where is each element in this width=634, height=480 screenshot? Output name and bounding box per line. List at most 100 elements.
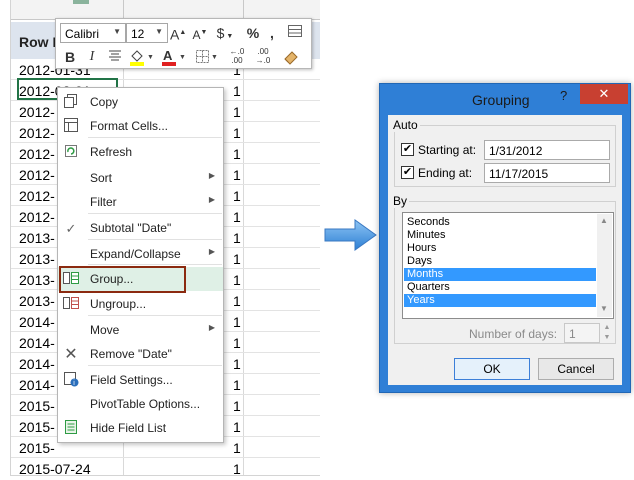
font-size-box[interactable]: 12 ▼ xyxy=(126,23,168,43)
chevron-down-icon: ▼ xyxy=(155,27,163,36)
decrease-decimal-button[interactable]: .00 →.0 xyxy=(252,47,274,65)
italic-icon: I xyxy=(89,49,95,64)
by-option-seconds[interactable]: Seconds xyxy=(404,216,596,229)
menu-item-subtotal-date[interactable]: ✓ Subtotal "Date" xyxy=(58,216,223,240)
menu-item-hide-field-list[interactable]: Hide Field List xyxy=(58,416,223,440)
menu-item-field-settings[interactable]: i Field Settings... xyxy=(58,368,223,392)
bold-button[interactable]: B xyxy=(62,48,78,66)
checkmark-icon: ✓ xyxy=(65,221,77,236)
row-value-cell: 1 xyxy=(233,167,241,183)
by-option-months[interactable]: Months xyxy=(404,268,596,281)
menu-item-label: Format Cells... xyxy=(90,119,169,133)
column-separator[interactable] xyxy=(243,0,244,20)
menu-item-refresh[interactable]: Refresh xyxy=(58,140,223,164)
menu-item-expand-collapse[interactable]: Expand/Collapse ▶ xyxy=(58,242,223,266)
font-color-button[interactable]: A ▼ xyxy=(160,47,186,66)
field-list-icon xyxy=(62,419,80,437)
menu-item-label: Refresh xyxy=(90,145,133,159)
borders-button[interactable]: ▼ xyxy=(194,47,218,65)
starting-at-checkbox[interactable]: ✔ xyxy=(401,143,414,156)
mini-toolbar: Calibri ▼ 12 ▼ A▲ A▼ $ ▼ % , B I ▼ A ▼ ▼ … xyxy=(55,18,312,69)
menu-item-label: PivotTable Options... xyxy=(90,397,201,411)
right-arrow-icon xyxy=(324,219,377,251)
dialog-body: Auto ✔ Starting at: 1/31/2012 ✔ Ending a… xyxy=(388,115,622,385)
format-cells-icon xyxy=(62,117,80,135)
menu-item-format-cells[interactable]: Format Cells... xyxy=(58,114,223,138)
by-option-quarters[interactable]: Quarters xyxy=(404,281,596,294)
menu-item-label: Subtotal "Date" xyxy=(90,221,172,235)
font-color-icon: A ▼ xyxy=(162,48,186,66)
menu-item-copy[interactable]: Copy xyxy=(58,90,223,114)
font-name-box[interactable]: Calibri ▼ xyxy=(60,23,126,43)
italic-button[interactable]: I xyxy=(84,48,100,66)
row-date-cell: 2012- xyxy=(19,188,55,204)
menu-item-pivottable-options[interactable]: PivotTable Options... xyxy=(58,392,223,416)
submenu-arrow-icon: ▶ xyxy=(208,247,215,256)
remove-icon: ✕ xyxy=(64,346,78,363)
menu-item-label: Expand/Collapse xyxy=(90,247,181,261)
row-date-cell: 2013- xyxy=(19,272,55,288)
listbox-scrollbar[interactable]: ▲ ▼ xyxy=(597,214,612,317)
row-date-cell: 2013- xyxy=(19,251,55,267)
scroll-down-icon[interactable]: ▼ xyxy=(600,304,608,313)
fill-color-button[interactable]: ▼ xyxy=(128,47,154,66)
cancel-button[interactable]: Cancel xyxy=(538,358,614,380)
table-row[interactable]: 2015-07-24 1 xyxy=(11,458,320,475)
number-of-days-spinner[interactable]: ▲ ▼ xyxy=(600,323,614,343)
row-date-cell: 2012- xyxy=(19,104,55,120)
format-painter-button[interactable] xyxy=(284,23,306,41)
percent-button[interactable]: % xyxy=(244,24,262,42)
menu-item-ungroup[interactable]: Ungroup... xyxy=(58,292,223,316)
checkmark-icon: ✔ xyxy=(402,143,413,155)
column-separator[interactable] xyxy=(123,0,124,20)
auto-label: Auto xyxy=(391,118,420,132)
increase-decimal-button[interactable]: ←.0 .00 xyxy=(226,47,248,65)
comma-button[interactable]: , xyxy=(266,24,278,42)
menu-item-label: Move xyxy=(90,323,120,337)
align-center-icon xyxy=(109,50,121,61)
menu-item-remove-date[interactable]: ✕ Remove "Date" xyxy=(58,342,223,366)
by-option-hours[interactable]: Hours xyxy=(404,242,596,255)
shrink-font-button[interactable]: A▼ xyxy=(192,24,208,42)
help-icon[interactable]: ? xyxy=(560,88,567,103)
menu-item-move[interactable]: Move ▶ xyxy=(58,318,223,342)
align-center-button[interactable] xyxy=(106,48,124,66)
by-option-days[interactable]: Days xyxy=(404,255,596,268)
row-date-cell: 2014- xyxy=(19,356,55,372)
row-value-cell: 1 xyxy=(233,419,241,435)
row-value-cell: 1 xyxy=(233,272,241,288)
by-option-minutes[interactable]: Minutes xyxy=(404,229,596,242)
column-e-header[interactable] xyxy=(73,0,89,4)
ending-at-checkbox[interactable]: ✔ xyxy=(401,166,414,179)
by-option-years[interactable]: Years xyxy=(404,294,596,307)
row-value-cell: 1 xyxy=(233,335,241,351)
grow-font-button[interactable]: A▲ xyxy=(170,24,186,43)
menu-item-filter[interactable]: Filter ▶ xyxy=(58,190,223,214)
checkmark-icon: ✔ xyxy=(402,166,413,178)
currency-button[interactable]: $ ▼ xyxy=(214,24,236,42)
ok-button[interactable]: OK xyxy=(454,358,530,380)
row-value-cell: 1 xyxy=(233,230,241,246)
scroll-up-icon[interactable]: ▲ xyxy=(600,216,608,225)
group-highlight-box xyxy=(59,266,186,293)
row-date-cell: 2015- xyxy=(19,419,55,435)
menu-item-sort[interactable]: Sort ▶ xyxy=(58,166,223,190)
menu-item-label: Hide Field List xyxy=(90,421,167,435)
number-of-days-input[interactable]: 1 xyxy=(564,323,600,343)
font-name-value: Calibri xyxy=(65,27,100,41)
row-value-cell: 1 xyxy=(233,440,241,456)
dialog-title: Grouping xyxy=(472,92,530,108)
by-listbox[interactable]: Seconds Minutes Hours Days Months Quarters Yea… xyxy=(402,212,614,319)
clear-format-button[interactable] xyxy=(280,47,302,65)
starting-at-input[interactable]: 1/31/2012 xyxy=(484,140,610,160)
context-menu: Copy Format Cells... Refresh Sort ▶ Filter ▶ ✓ S… xyxy=(57,87,224,443)
chevron-down-icon: ▼ xyxy=(113,27,121,36)
shrink-font-icon: A xyxy=(192,28,201,42)
ungroup-icon xyxy=(62,295,80,313)
eraser-icon xyxy=(284,51,298,65)
ending-at-input[interactable]: 11/17/2015 xyxy=(484,163,610,183)
row-date-cell: 2013- xyxy=(19,293,55,309)
row-value-cell: 1 xyxy=(233,398,241,414)
comma-icon: , xyxy=(270,25,274,41)
close-button[interactable]: ✕ xyxy=(580,84,628,104)
